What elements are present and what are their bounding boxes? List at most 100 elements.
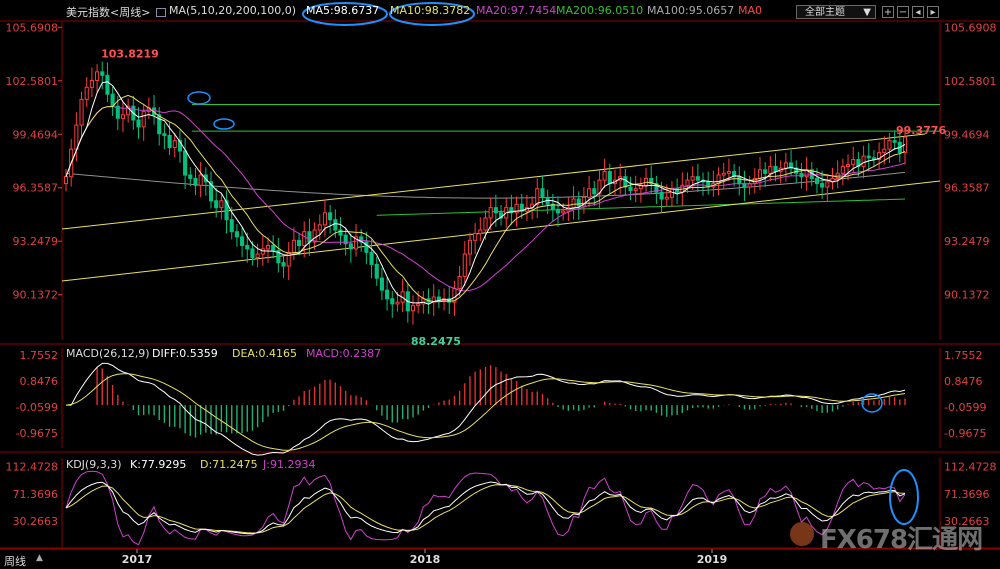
ma20-value: MA20:97.7454 (476, 4, 557, 17)
candle-body (628, 186, 633, 191)
watermark-logo-icon (790, 522, 814, 546)
candle-body (814, 177, 820, 185)
candle-body (737, 176, 742, 185)
y-tick-label-right: 90.1372 (944, 289, 990, 302)
candle-body (302, 231, 307, 246)
candle-body (892, 140, 897, 143)
kdj-k-line (65, 481, 906, 535)
kdj-d-line (65, 484, 906, 534)
candle-body (587, 188, 592, 198)
candle-body (602, 171, 607, 181)
candle-body (63, 176, 69, 185)
macd-diff-label: DIFF:0.5359 (152, 347, 218, 360)
candle-body (322, 212, 328, 226)
candle-body (457, 275, 462, 289)
candle-body (416, 303, 421, 307)
candle-body (234, 231, 239, 238)
macd-tick-label-right: 1.7552 (944, 349, 983, 362)
candle-body (110, 93, 115, 107)
triangle-up-icon[interactable]: ▲ (36, 553, 43, 563)
chevron-down-icon: ▼ (863, 7, 871, 18)
candle-body (84, 86, 89, 100)
candle-body (255, 253, 260, 258)
y-tick-label-right: 96.3587 (944, 182, 990, 195)
ma5-line (65, 81, 906, 305)
candle-body (768, 165, 773, 174)
candle-body (74, 124, 79, 150)
candle-body (861, 155, 866, 167)
ma5-value: MA5:98.6737 (306, 4, 380, 17)
candle-body (695, 176, 700, 181)
candle-body (555, 208, 561, 214)
candle-body (229, 219, 234, 233)
theme-dropdown-label: 全部主题 (805, 7, 845, 18)
candle-body (690, 176, 695, 181)
candle-body (265, 244, 271, 250)
candle-body (286, 251, 291, 267)
candle-body (467, 239, 473, 255)
candle-body (188, 174, 193, 179)
candle-body (535, 188, 540, 205)
period-tab[interactable]: 周线 (4, 553, 26, 569)
candle-body (773, 165, 778, 173)
candle-body (162, 133, 167, 136)
x-tick-label: 2018 (410, 553, 441, 566)
upper-trendline (61, 133, 926, 230)
highlight-circle (187, 91, 211, 105)
candle-body (607, 171, 612, 185)
candle-body (390, 298, 395, 305)
candle-body (374, 263, 379, 279)
chart-header: 美元指数<周线> MA(5,10,20,200,100,0) MA5:98.67… (0, 0, 1000, 22)
kdj-tick-label-left: 112.4728 (6, 460, 59, 473)
candle-body (385, 289, 390, 300)
ma-settings-icon[interactable] (156, 8, 166, 17)
y-tick-label-right: 99.4694 (944, 128, 990, 141)
y-tick-label-left: 99.4694 (13, 128, 59, 141)
candle-body (141, 110, 146, 128)
kdj-tick-label-left: 71.3696 (13, 488, 59, 501)
kdj-k-label: K:77.9295 (130, 458, 186, 471)
kdj-tick-label-left: 30.2663 (13, 515, 59, 528)
kdj-j-line (65, 470, 906, 546)
candle-body (488, 207, 493, 219)
candle-body (664, 196, 669, 200)
kdj-title: KDJ(9,3,3) (66, 458, 122, 471)
candle-body (193, 177, 198, 186)
candle-body (307, 231, 312, 243)
candle-body (79, 98, 84, 126)
scroll-right-icon[interactable]: ▸ (927, 6, 939, 18)
theme-dropdown[interactable]: 全部主题 ▼ (796, 5, 876, 19)
candle-body (219, 200, 224, 209)
candle-body (271, 244, 276, 252)
candle-body (120, 114, 126, 119)
candle-body (763, 169, 768, 174)
instrument-title: 美元指数<周线> (66, 6, 151, 19)
y-tick-label-left: 102.5801 (6, 75, 59, 88)
candle-body (291, 239, 296, 253)
candle-body (198, 174, 203, 186)
ma100-value: MA100:95.0657 (647, 4, 735, 17)
candle-body (887, 140, 892, 150)
scroll-left-icon[interactable]: ◂ (912, 6, 924, 18)
candle-body (379, 277, 384, 291)
candle-body (851, 159, 856, 166)
candle-body (369, 251, 374, 265)
zoom-out-icon[interactable]: − (897, 6, 909, 18)
zoom-in-icon[interactable]: + (882, 6, 894, 18)
candle-body (410, 305, 416, 312)
macd-tick-label-right: -0.9675 (944, 427, 986, 440)
price-chart[interactable]: 105.6908 105.6908102.5801 102.580199.4694 9… (0, 0, 1000, 569)
candle-body (462, 253, 467, 277)
macd-tick-label-left: -0.0599 (16, 401, 58, 414)
candle-body (214, 200, 219, 209)
candle-body (866, 155, 871, 159)
candle-body (473, 232, 478, 241)
candle-body (493, 207, 498, 214)
candle-body (95, 71, 100, 81)
x-tick-label: 2017 (122, 553, 153, 566)
candle-body (820, 183, 825, 188)
y-tick-label-left: 105.6908 (6, 21, 59, 34)
macd-tick-label-left: 0.8476 (20, 375, 59, 388)
macd-hist-label: MACD:0.2387 (306, 347, 381, 360)
candle-body (167, 134, 172, 148)
